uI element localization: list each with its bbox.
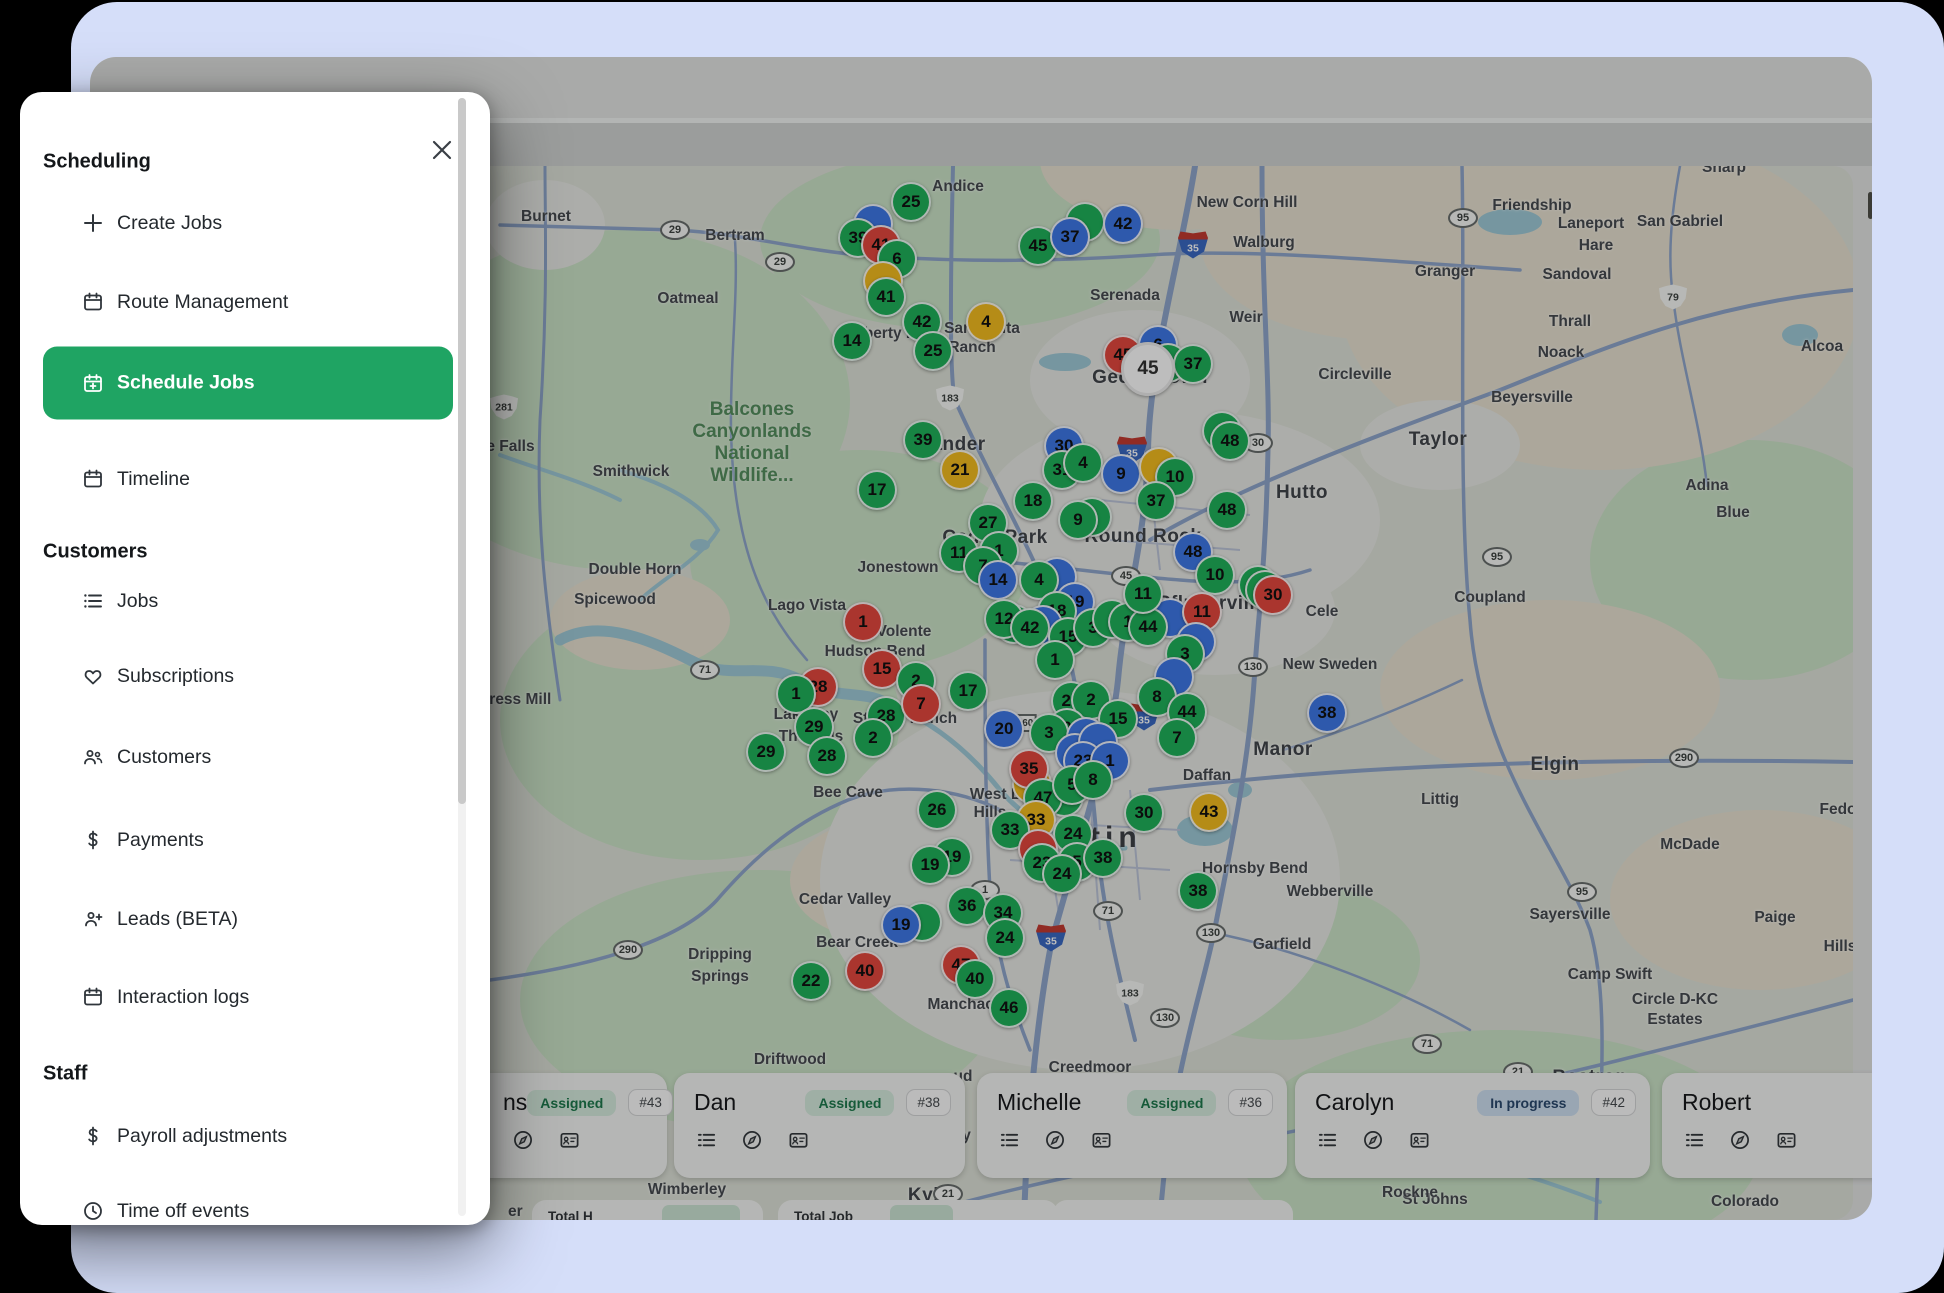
sidebar-item-schedule-jobs[interactable]: Schedule Jobs	[43, 347, 453, 420]
sidebar-scrollbar-thumb[interactable]	[458, 98, 466, 804]
list-icon	[82, 590, 104, 612]
calendar-plus-icon	[82, 372, 104, 394]
sidebar-item-label: Jobs	[117, 590, 158, 613]
user-plus-icon	[82, 908, 104, 930]
sidebar-item-customers[interactable]: Customers	[20, 732, 453, 782]
sidebar-item-create-jobs[interactable]: Create Jobs	[20, 198, 453, 248]
dollar-icon	[82, 829, 104, 851]
users-icon	[82, 746, 104, 768]
sidebar-item-label: Payroll adjustments	[117, 1125, 287, 1148]
sidebar-item-time-off-events[interactable]: Time off events	[20, 1186, 453, 1225]
calendar-icon	[82, 468, 104, 490]
scheduling-menu-panel: Scheduling Create Jobs Route Management Sch…	[20, 92, 490, 1225]
sidebar-item-label: Schedule Jobs	[117, 372, 255, 395]
sidebar-item-payments[interactable]: Payments	[20, 815, 453, 865]
sidebar-item-jobs[interactable]: Jobs	[20, 576, 453, 626]
calendar-icon	[82, 986, 104, 1008]
sidebar-item-label: Leads (BETA)	[117, 908, 238, 931]
sidebar-item-interaction-logs[interactable]: Interaction logs	[20, 972, 453, 1022]
sidebar-item-payroll-adjustments[interactable]: Payroll adjustments	[20, 1111, 453, 1161]
section-heading-scheduling: Scheduling	[43, 151, 151, 174]
sidebar-item-label: Time off events	[117, 1200, 249, 1223]
plus-icon	[82, 212, 104, 234]
page: AndiceBurnetBertramOatmealLiberty HillSa…	[0, 0, 1944, 1293]
sidebar-item-timeline[interactable]: Timeline	[20, 454, 453, 504]
dollar-icon	[82, 1125, 104, 1147]
clock-icon	[82, 1200, 104, 1222]
sidebar-item-label: Subscriptions	[117, 665, 234, 688]
sidebar-item-leads-beta[interactable]: Leads (BETA)	[20, 894, 453, 944]
section-heading-staff: Staff	[43, 1063, 87, 1086]
calendar-icon	[82, 291, 104, 313]
section-heading-customers: Customers	[43, 541, 147, 564]
sidebar-item-label: Timeline	[117, 468, 190, 491]
sidebar-item-label: Interaction logs	[117, 986, 249, 1009]
sidebar-item-route-management[interactable]: Route Management	[20, 277, 453, 327]
sidebar-item-label: Customers	[117, 746, 211, 769]
heart-icon	[82, 665, 104, 687]
close-icon[interactable]	[430, 138, 454, 162]
sidebar-item-label: Create Jobs	[117, 212, 222, 235]
sidebar-item-subscriptions[interactable]: Subscriptions	[20, 651, 453, 701]
sidebar-item-label: Payments	[117, 829, 204, 852]
sidebar-item-label: Route Management	[117, 291, 288, 314]
